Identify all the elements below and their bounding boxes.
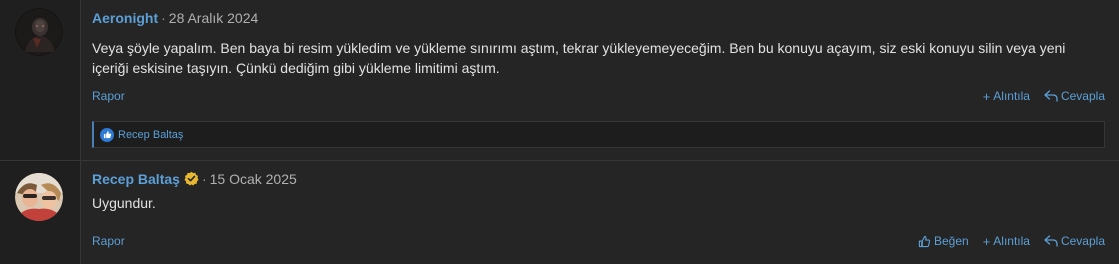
quote-label: Alıntıla — [993, 234, 1030, 248]
post-action-group: + Alıntıla Cevapla — [983, 89, 1105, 103]
post-meta: Aeronight · 28 Aralık 2024 — [92, 10, 258, 26]
likes-bar: Recep Baltaş — [92, 121, 1105, 148]
plus-icon: + — [982, 233, 991, 249]
like-button[interactable]: Beğen — [918, 234, 969, 248]
dark-figure-avatar-icon — [15, 8, 63, 56]
post-date[interactable]: 28 Aralık 2024 — [169, 10, 259, 26]
post: Recep Baltaş · 15 Ocak 2025 Uygundur. Rap… — [0, 161, 1119, 264]
reply-button[interactable]: Cevapla — [1044, 89, 1105, 103]
avatar[interactable] — [15, 8, 63, 56]
reply-arrow-icon — [1044, 90, 1058, 102]
post-actions: Rapor Beğen + Alıntıla Cevapla — [92, 233, 1105, 251]
thumbs-up-icon — [918, 235, 931, 247]
thumbs-up-icon — [100, 127, 114, 142]
user-column — [0, 161, 81, 264]
quote-button[interactable]: + Alıntıla — [983, 89, 1030, 103]
like-label: Beğen — [933, 234, 969, 248]
post-action-group: Beğen + Alıntıla Cevapla — [918, 234, 1105, 248]
reply-arrow-icon — [1044, 235, 1058, 247]
user-column — [0, 0, 81, 160]
post-actions: Rapor + Alıntıla Cevapla — [92, 88, 1105, 106]
username-link[interactable]: Recep Baltaş — [92, 171, 180, 187]
reply-label: Cevapla — [1060, 234, 1105, 248]
report-link[interactable]: Rapor — [92, 234, 125, 248]
post-date[interactable]: 15 Ocak 2025 — [210, 171, 297, 187]
meta-separator: · — [161, 10, 166, 26]
reply-label: Cevapla — [1060, 89, 1105, 103]
verified-badge-icon — [184, 171, 199, 186]
thread: Aeronight · 28 Aralık 2024 Veya şöyle yapa… — [0, 0, 1119, 264]
meta-separator: · — [201, 171, 207, 187]
report-link[interactable]: Rapor — [92, 89, 125, 103]
post-body: Recep Baltaş · 15 Ocak 2025 Uygundur. Rap… — [81, 161, 1119, 264]
post-body: Aeronight · 28 Aralık 2024 Veya şöyle yapa… — [81, 0, 1119, 160]
plus-icon: + — [982, 88, 991, 104]
quote-button[interactable]: + Alıntıla — [983, 234, 1030, 248]
post: Aeronight · 28 Aralık 2024 Veya şöyle yapa… — [0, 0, 1119, 161]
two-people-selfie-avatar-icon — [15, 173, 63, 221]
liker-link[interactable]: Recep Baltaş — [118, 129, 183, 141]
reply-button[interactable]: Cevapla — [1044, 234, 1105, 248]
post-message: Veya şöyle yapalım. Ben baya bi resim yü… — [92, 40, 1066, 76]
quote-label: Alıntıla — [993, 89, 1030, 103]
post-meta: Recep Baltaş · 15 Ocak 2025 — [92, 171, 297, 187]
avatar[interactable] — [15, 173, 63, 221]
username-link[interactable]: Aeronight — [92, 10, 158, 26]
post-message: Uygundur. — [92, 195, 156, 211]
